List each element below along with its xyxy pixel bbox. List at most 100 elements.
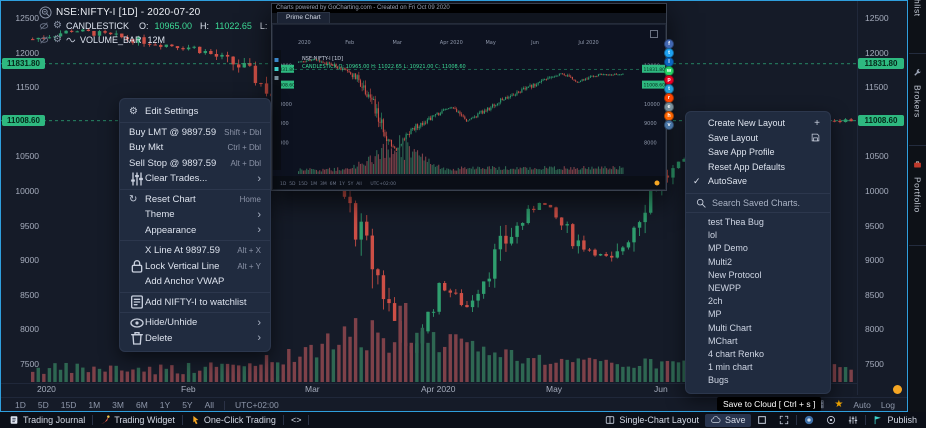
preview-tab[interactable]: Prime Chart bbox=[277, 12, 330, 23]
trading-journal-button[interactable]: Trading Journal bbox=[3, 414, 91, 427]
price-tick: 8000 bbox=[20, 324, 39, 334]
saved-chart-mp-demo[interactable]: MP Demo bbox=[686, 242, 830, 255]
snapshot-button[interactable] bbox=[798, 414, 820, 427]
saved-chart-mchart[interactable]: MChart bbox=[686, 334, 830, 347]
side-tab-label: Portfolio bbox=[913, 177, 923, 213]
trash-icon bbox=[129, 330, 145, 346]
menu-item-appearance[interactable]: Appearance › bbox=[120, 223, 270, 239]
saved-chart-bugs[interactable]: Bugs bbox=[686, 374, 830, 387]
symbol-title[interactable]: NSE:NIFTY-I [1D] - 2020-07-20 bbox=[56, 7, 200, 18]
saved-chart-lol[interactable]: lol bbox=[686, 229, 830, 242]
share-icons: ftlwptrehv bbox=[664, 39, 674, 129]
saved-chart-newpp[interactable]: NEWPP bbox=[686, 281, 830, 294]
timeframe-1m[interactable]: 1M bbox=[82, 400, 106, 410]
timeframe-15d[interactable]: 15D bbox=[55, 400, 83, 410]
bottom-toolbar: Trading Journal Trading Widget One-Click… bbox=[0, 412, 926, 428]
side-tab-portfolio[interactable]: Portfolio bbox=[909, 152, 926, 246]
menu-item-sell-stop-9897-59[interactable]: Sell Stop @ 9897.59Alt + Dbl bbox=[120, 156, 270, 172]
mixer-button[interactable] bbox=[842, 414, 864, 427]
trading-widget-button[interactable]: Trading Widget bbox=[94, 414, 181, 427]
menu-item-reset-app-defaults[interactable]: Reset App Defaults bbox=[686, 160, 830, 175]
hide-volume-icon[interactable] bbox=[39, 35, 49, 45]
menu-item-buy-lmt-9897-59[interactable]: Buy LMT @ 9897.59Shift + Dbl bbox=[120, 125, 270, 141]
menu-item-label: Reset Chart bbox=[145, 194, 196, 205]
volume-settings-icon[interactable]: ⚙ bbox=[53, 35, 62, 45]
hide-study-icon[interactable] bbox=[39, 21, 49, 31]
layout-menu-items: Create New Layout+Save LayoutSave App Pr… bbox=[686, 116, 830, 189]
menu-item-theme[interactable]: Theme› bbox=[120, 207, 270, 223]
target-button[interactable] bbox=[820, 414, 842, 427]
single-chart-layout-button[interactable]: Single-Chart Layout bbox=[599, 414, 705, 427]
submenu-chevron: › bbox=[249, 224, 261, 236]
menu-item-lock-vertical-line[interactable]: Lock Vertical LineAlt + Y bbox=[120, 259, 270, 275]
price-tick: 8500 bbox=[20, 290, 39, 300]
context-menu-section: X Line At 9897.59Alt + XLock Vertical Li… bbox=[120, 240, 270, 292]
submenu-chevron: › bbox=[249, 317, 261, 329]
stop-button[interactable] bbox=[751, 414, 773, 427]
fullscreen-button[interactable] bbox=[773, 414, 795, 427]
save-button[interactable]: Save bbox=[705, 414, 752, 427]
menu-item-label: Sell Stop @ 9897.59 bbox=[129, 158, 216, 169]
menu-item-clear-trades[interactable]: Clear Trades...› bbox=[120, 171, 270, 187]
saved-chart-multi-chart[interactable]: Multi Chart bbox=[686, 321, 830, 334]
publish-button[interactable]: Publish bbox=[867, 414, 923, 427]
price-badge-11831-80: 11831.80 bbox=[858, 58, 904, 69]
menu-item-autosave[interactable]: ✓AutoSave bbox=[686, 174, 830, 189]
saved-chart-1-min-chart[interactable]: 1 min chart bbox=[686, 361, 830, 374]
saved-chart-4-chart-renko[interactable]: 4 chart Renko bbox=[686, 347, 830, 360]
high-value: 11022.65 bbox=[215, 21, 252, 31]
side-tab-watchlist[interactable]: Watchlist bbox=[909, 0, 926, 54]
eye-icon bbox=[129, 315, 145, 331]
timeframe-1d[interactable]: 1D bbox=[9, 400, 32, 410]
menu-item-delete[interactable]: Delete› bbox=[120, 331, 270, 347]
side-tabs: Watchlist Brokers Portfolio bbox=[909, 0, 926, 412]
submenu-chevron: › bbox=[249, 173, 261, 185]
saved-chart-2ch[interactable]: 2ch bbox=[686, 295, 830, 308]
timeframe-3m[interactable]: 3M bbox=[106, 400, 130, 410]
price-tick: 10500 bbox=[865, 151, 889, 161]
share-vk-icon[interactable]: v bbox=[664, 120, 674, 130]
reset-icon: ↻ bbox=[129, 194, 145, 205]
timeframe-6m[interactable]: 6M bbox=[130, 400, 154, 410]
scale-controls: ▦ ★ Auto Log bbox=[815, 400, 899, 410]
menu-item-add-anchor-vwap[interactable]: Add Anchor VWAP bbox=[120, 274, 270, 290]
saved-charts-search[interactable] bbox=[686, 193, 830, 213]
timeframe-1y[interactable]: 1Y bbox=[154, 400, 176, 410]
timeframe-5d[interactable]: 5D bbox=[32, 400, 55, 410]
menu-item-create-new-layout[interactable]: Create New Layout+ bbox=[686, 116, 830, 131]
menu-item-x-line-at-9897-59[interactable]: X Line At 9897.59Alt + X bbox=[120, 243, 270, 259]
code-button[interactable]: <> bbox=[285, 414, 308, 427]
zoom-out-icon[interactable] bbox=[39, 6, 52, 19]
saved-charts-search-input[interactable] bbox=[712, 198, 816, 208]
star-icon[interactable]: ★ bbox=[834, 400, 843, 410]
log-scale-toggle[interactable]: Log bbox=[881, 400, 895, 410]
auto-scale-toggle[interactable]: Auto bbox=[853, 400, 871, 410]
saved-chart-multi2[interactable]: Multi2 bbox=[686, 255, 830, 268]
menu-item-buy-mkt[interactable]: Buy MktCtrl + Dbl bbox=[120, 140, 270, 156]
menu-item-save-app-profile[interactable]: Save App Profile bbox=[686, 145, 830, 160]
low-label: L: bbox=[260, 21, 268, 31]
timezone-label[interactable]: UTC+02:00 bbox=[229, 400, 285, 410]
price-tick: 9500 bbox=[20, 221, 39, 231]
saved-chart-mp[interactable]: MP bbox=[686, 308, 830, 321]
watchlist-icon bbox=[129, 294, 145, 310]
menu-item-label: Appearance bbox=[145, 225, 196, 236]
price-badge-11008-60: 11008.60 bbox=[2, 115, 45, 126]
saved-chart-new-protocol[interactable]: New Protocol bbox=[686, 268, 830, 281]
saved-chart-test-thea-bug[interactable]: test Thea Bug bbox=[686, 216, 830, 229]
menu-item-add-nifty-i-to-watchlist[interactable]: Add NIFTY-I to watchlist bbox=[120, 295, 270, 311]
publish-label: Publish bbox=[887, 415, 917, 425]
open-label: O: bbox=[139, 21, 149, 31]
context-menu-section: Add NIFTY-I to watchlist bbox=[120, 292, 270, 313]
menu-item-label: Reset App Defaults bbox=[708, 162, 785, 172]
menu-item-edit-settings[interactable]: ⚙Edit Settings bbox=[120, 104, 270, 120]
menu-item-reset-chart[interactable]: ↻Reset ChartHome bbox=[120, 192, 270, 208]
chart-panel[interactable]: 1250012000115001050010000950090008500800… bbox=[0, 0, 908, 412]
timeframe-all[interactable]: All bbox=[199, 400, 220, 410]
one-click-trading-button[interactable]: One-Click Trading bbox=[184, 414, 282, 427]
menu-item-hide-unhide[interactable]: Hide/Unhide› bbox=[120, 315, 270, 331]
side-tab-brokers[interactable]: Brokers bbox=[909, 60, 926, 146]
study-settings-icon[interactable]: ⚙ bbox=[53, 21, 62, 31]
timeframe-5y[interactable]: 5Y bbox=[176, 400, 198, 410]
menu-item-save-layout[interactable]: Save Layout bbox=[686, 131, 830, 146]
